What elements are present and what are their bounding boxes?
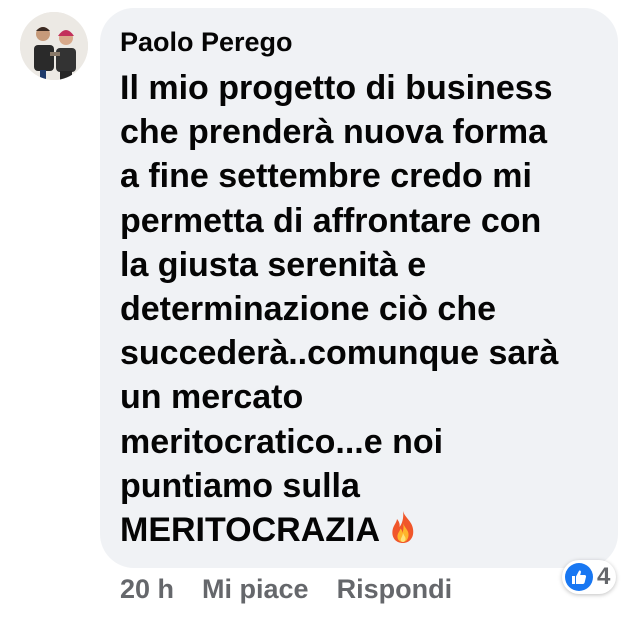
comment-text: Il mio progetto di business che prenderà… xyxy=(120,66,558,555)
reaction-count: 4 xyxy=(597,563,611,590)
comment-line: puntiamo sulla xyxy=(120,466,360,505)
comment-line: succederà..comunque sarà xyxy=(120,334,559,373)
comment-line: un mercato xyxy=(120,378,304,417)
comment-timestamp[interactable]: 20 h xyxy=(120,574,174,605)
comment-bubble: Paolo Perego Il mio progetto di business… xyxy=(100,8,618,568)
comment-line: meritocratico...e noi xyxy=(120,422,444,461)
comment-line: Il mio progetto di business xyxy=(120,69,553,107)
comment-actions: 20 h Mi piace Rispondi xyxy=(120,574,452,605)
comment-line-last: MERITOCRAZIA xyxy=(120,508,558,555)
comment-line: a fine settembre credo mi xyxy=(120,157,532,196)
comment-line: che prenderà nuova forma xyxy=(120,113,548,152)
thumbs-up-icon xyxy=(565,563,593,591)
comment-line: permetta di affrontare con xyxy=(120,201,542,240)
like-button[interactable]: Mi piace xyxy=(202,574,309,605)
comment-author[interactable]: Paolo Perego xyxy=(120,27,293,58)
profile-photo-icon xyxy=(20,12,88,80)
comment-line: determinazione ciò che xyxy=(120,290,496,329)
reply-button[interactable]: Rispondi xyxy=(337,574,453,605)
fire-icon xyxy=(388,510,418,555)
comment-line: MERITOCRAZIA xyxy=(120,511,381,550)
reactions-badge[interactable]: 4 xyxy=(562,560,617,594)
avatar[interactable] xyxy=(20,12,88,80)
comment-line: la giusta serenità e xyxy=(120,245,427,284)
